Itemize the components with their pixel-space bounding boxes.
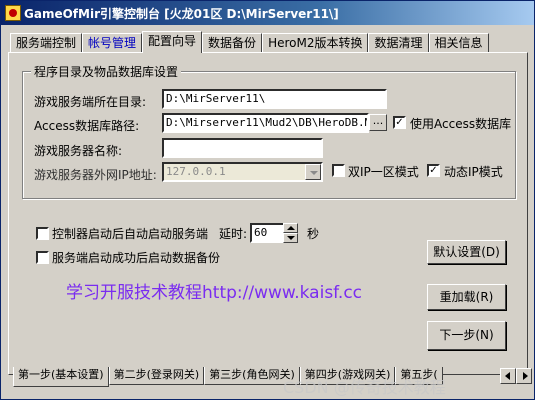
tab-server-control[interactable]: 服务端控制 (10, 33, 83, 53)
autostart-label: 控制器启动后自动启动服务端 (52, 227, 209, 241)
tab-data-cleanup[interactable]: 数据清理 (368, 33, 429, 53)
default-settings-button[interactable]: 默认设置(D) (427, 240, 506, 264)
window-title: GameOfMir引擎控制台 [火龙01区 D:\MirServer11\] (24, 6, 339, 21)
title-bar[interactable]: GameOfMir引擎控制台 [火龙01区 D:\MirServer11\] (1, 1, 534, 25)
arrow-left-icon[interactable] (500, 368, 516, 384)
external-ip-label: 游戏服务器外网IP地址: (34, 168, 157, 182)
step-tab-basic[interactable]: 第一步(基本设置) (13, 367, 109, 387)
server-name-input[interactable] (162, 138, 323, 158)
promo-text: 学习开服技术教程http://www.kaisf.cc (66, 283, 363, 303)
groupbox-title: 程序目录及物品数据库设置 (31, 63, 182, 80)
access-path-label: Access数据库路径: (34, 119, 140, 133)
dynamic-ip-label: 动态IP模式 (444, 165, 503, 179)
external-ip-value: 127.0.0.1 (166, 165, 226, 178)
use-access-label: 使用Access数据库 (410, 117, 512, 131)
step-tab-login-gate[interactable]: 第二步(登录网关) (108, 367, 205, 385)
app-icon (5, 5, 21, 21)
server-name-label: 游戏服务器名称: (34, 144, 123, 158)
server-dir-label: 游戏服务端所在目录: (34, 95, 147, 109)
dual-ip-checkbox[interactable] (332, 164, 345, 177)
top-tab-strip: 服务端控制 帐号管理 配置向导 数据备份 HeroM2版本转换 数据清理 相关信… (10, 31, 489, 53)
use-access-checkbox[interactable]: ✓ (393, 116, 406, 129)
external-ip-select[interactable]: 127.0.0.1 (162, 162, 323, 182)
reload-button[interactable]: 重加载(R) (427, 284, 506, 310)
browse-button[interactable]: ... (369, 114, 387, 131)
autobackup-label: 服务端启动成功后启动数据备份 (52, 251, 221, 265)
delay-unit: 秒 (307, 227, 320, 241)
delay-stepper[interactable]: 60 (250, 223, 298, 243)
dual-ip-label: 双IP一区模式 (348, 165, 419, 179)
spin-up-icon[interactable] (283, 223, 298, 233)
tab-about[interactable]: 相关信息 (428, 33, 489, 53)
spin-down-icon[interactable] (283, 233, 298, 243)
main-window: GameOfMir引擎控制台 [火龙01区 D:\MirServer11\] 服… (0, 0, 535, 400)
tab-herom2-convert[interactable]: HeroM2版本转换 (262, 33, 369, 53)
tab-config-wizard[interactable]: 配置向导 (142, 31, 203, 53)
watermark-text: CSDN @传奇技术教程 (283, 378, 446, 397)
access-path-input[interactable]: D:\Mirserver11\Mud2\DB\HeroDB.MDB (162, 113, 369, 133)
tab-data-backup[interactable]: 数据备份 (202, 33, 263, 53)
autobackup-checkbox[interactable] (36, 251, 49, 264)
delay-label: 延时: (219, 227, 248, 241)
tab-scroll-arrows (500, 368, 532, 384)
arrow-right-icon[interactable] (516, 368, 532, 384)
chevron-down-icon[interactable] (305, 164, 321, 180)
tab-account-management[interactable]: 帐号管理 (82, 33, 143, 53)
next-button[interactable]: 下一步(N) (427, 321, 506, 350)
dynamic-ip-checkbox[interactable]: ✓ (427, 164, 440, 177)
autostart-checkbox[interactable] (36, 227, 49, 240)
server-dir-input[interactable]: D:\MirServer11\ (162, 89, 387, 109)
